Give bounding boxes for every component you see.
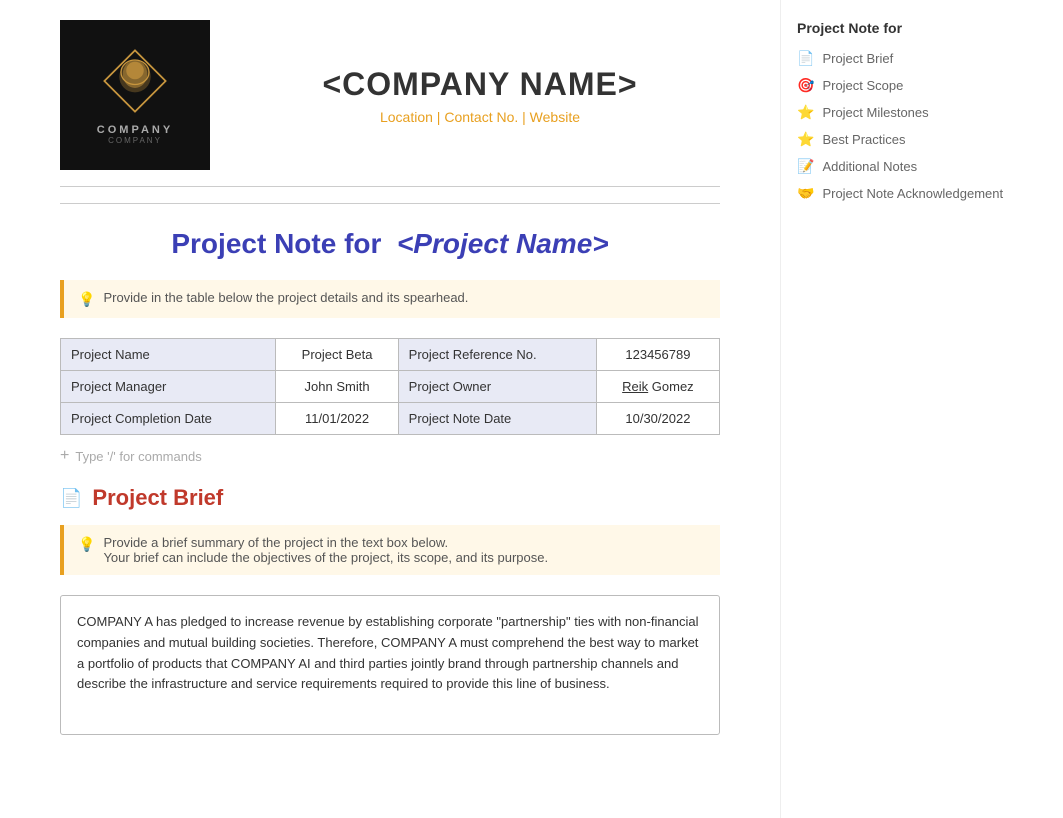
table-row: Project NameProject BetaProject Referenc…: [61, 339, 720, 371]
sidebar-item-1[interactable]: 🎯 Project Scope: [797, 77, 1004, 94]
sidebar-items-container: 📄 Project Brief 🎯 Project Scope ⭐ Project Mil…: [797, 50, 1004, 202]
info-box-1: 💡 Provide in the table below the project…: [60, 280, 720, 318]
table-cell: Project Owner: [398, 371, 596, 403]
info-box-2-line2: Your brief can include the objectives of…: [103, 550, 548, 565]
section-heading-brief: 📄 Project Brief: [60, 485, 720, 511]
table-cell: Project Note Date: [398, 403, 596, 435]
logo-diamond: [100, 46, 170, 116]
table-cell: Project Completion Date: [61, 403, 276, 435]
table-cell: Reik Gomez: [596, 371, 719, 403]
sidebar-item-2[interactable]: ⭐ Project Milestones: [797, 104, 1004, 121]
table-cell: 11/01/2022: [276, 403, 398, 435]
sidebar-item-icon: ⭐: [797, 104, 814, 121]
sidebar-item-icon: ⭐: [797, 131, 814, 148]
header-section: COMPANY COMPANY <COMPANY NAME> Location …: [60, 0, 720, 187]
brief-body-text: COMPANY A has pledged to increase revenu…: [77, 614, 699, 691]
sidebar: Project Note for 📄 Project Brief 🎯 Project …: [780, 0, 1020, 818]
underline-name: Reik: [622, 379, 648, 394]
table-cell: Project Beta: [276, 339, 398, 371]
table-cell: 10/30/2022: [596, 403, 719, 435]
sidebar-item-4[interactable]: 📝 Additional Notes: [797, 158, 1004, 175]
logo-box: COMPANY COMPANY: [60, 20, 210, 170]
header-divider: [60, 203, 720, 204]
sidebar-item-label: Project Brief: [822, 51, 893, 66]
project-title: Project Note for <Project Name>: [60, 228, 720, 260]
sidebar-item-5[interactable]: 🤝 Project Note Acknowledgement: [797, 185, 1004, 202]
page-wrapper: COMPANY COMPANY <COMPANY NAME> Location …: [0, 0, 1063, 818]
table-cell: Project Name: [61, 339, 276, 371]
brief-section-title: Project Brief: [92, 485, 223, 511]
sidebar-item-0[interactable]: 📄 Project Brief: [797, 50, 1004, 67]
sidebar-item-label: Project Scope: [822, 78, 903, 93]
sidebar-item-icon: 🎯: [797, 77, 814, 94]
sidebar-item-label: Project Note Acknowledgement: [822, 186, 1003, 201]
table-cell: Project Reference No.: [398, 339, 596, 371]
sidebar-item-icon: 📝: [797, 158, 814, 175]
table-row: Project Completion Date11/01/2022Project…: [61, 403, 720, 435]
company-contact: Location | Contact No. | Website: [240, 109, 720, 125]
project-table: Project NameProject BetaProject Referenc…: [60, 338, 720, 435]
sidebar-item-label: Best Practices: [822, 132, 905, 147]
logo-subtext: COMPANY: [108, 136, 162, 145]
command-hint-text: Type '/' for commands: [75, 449, 201, 464]
table-row: Project ManagerJohn SmithProject OwnerRe…: [61, 371, 720, 403]
info-box-1-text: Provide in the table below the project d…: [103, 290, 468, 305]
sidebar-item-icon: 📄: [797, 50, 814, 67]
table-cell: Project Manager: [61, 371, 276, 403]
info-box-2-content: Provide a brief summary of the project i…: [103, 535, 548, 565]
sidebar-item-label: Additional Notes: [822, 159, 917, 174]
info-box-2-line1: Provide a brief summary of the project i…: [103, 535, 548, 550]
info-icon-1: 💡: [78, 291, 95, 308]
info-box-2: 💡 Provide a brief summary of the project…: [60, 525, 720, 575]
sidebar-item-3[interactable]: ⭐ Best Practices: [797, 131, 1004, 148]
sidebar-item-icon: 🤝: [797, 185, 814, 202]
project-title-dynamic: <Project Name>: [397, 228, 609, 259]
brief-section-icon: 📄: [60, 488, 82, 509]
table-cell: 123456789: [596, 339, 719, 371]
sidebar-item-label: Project Milestones: [822, 105, 928, 120]
main-content: COMPANY COMPANY <COMPANY NAME> Location …: [0, 0, 780, 818]
sidebar-title: Project Note for: [797, 20, 1004, 36]
table-cell: John Smith: [276, 371, 398, 403]
logo-text: COMPANY: [97, 124, 173, 136]
brief-text-box[interactable]: COMPANY A has pledged to increase revenu…: [60, 595, 720, 735]
company-name: <COMPANY NAME>: [240, 66, 720, 103]
info-icon-2: 💡: [78, 536, 95, 553]
company-info: <COMPANY NAME> Location | Contact No. | …: [240, 66, 720, 125]
project-title-static: Project Note for: [171, 228, 381, 259]
command-hint-plus[interactable]: +: [60, 447, 69, 465]
command-hint[interactable]: + Type '/' for commands: [60, 447, 720, 465]
